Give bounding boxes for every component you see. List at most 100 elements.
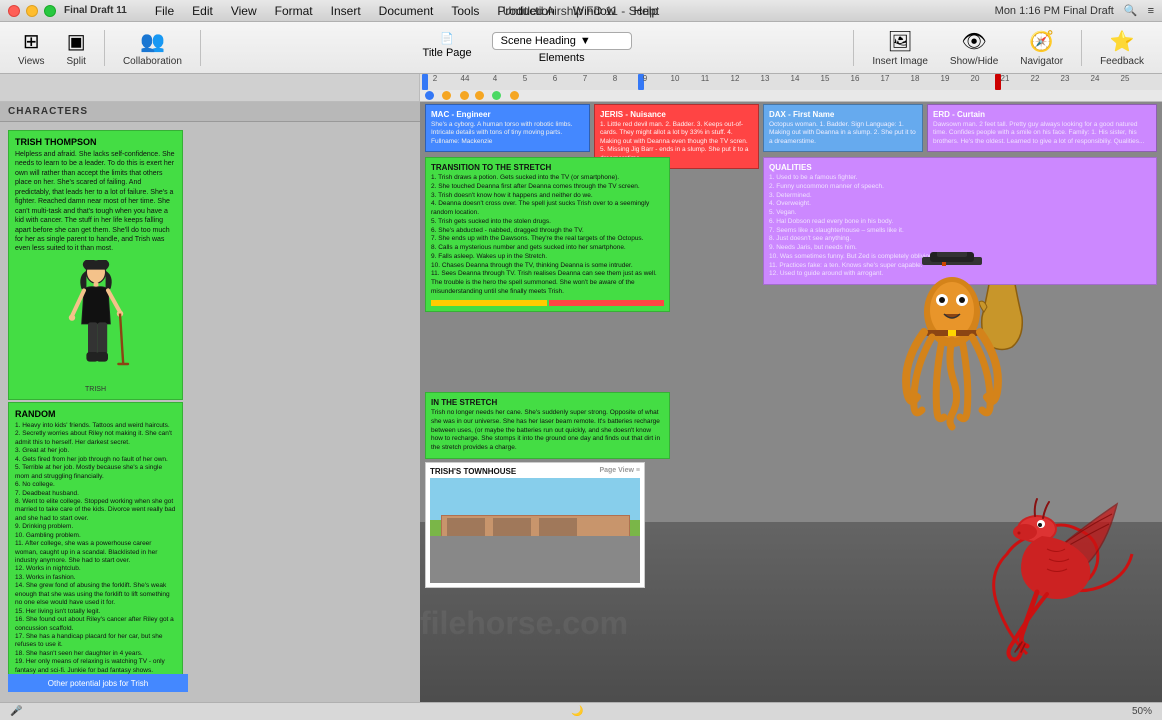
datetime-display: Mon 1:16 PM Final Draft bbox=[995, 5, 1114, 17]
ruler-num: 20 bbox=[960, 74, 990, 90]
ruler-numbers-row: 2 44 4 5 6 7 8 9 10 11 12 13 14 15 16 17… bbox=[420, 74, 1162, 90]
insert-image-icon: 🖼 bbox=[887, 29, 912, 54]
transition-card[interactable]: TRANSITION TO THE STRETCH 1. Trish draws… bbox=[425, 157, 670, 312]
characters-header: CHARACTERS bbox=[0, 102, 420, 122]
ruler-num: 24 bbox=[1080, 74, 1110, 90]
mac-card[interactable]: MAC - Engineer She's a cyborg. A human t… bbox=[425, 104, 590, 152]
split-button[interactable]: ▣ Split bbox=[59, 29, 94, 67]
bar-red bbox=[549, 300, 665, 306]
qualities-title: QUALITIES bbox=[769, 163, 1151, 172]
menu-tools[interactable]: Tools bbox=[443, 2, 487, 20]
footer: 🎤 🌙 50% bbox=[0, 702, 1162, 720]
erd-card[interactable]: ERD - Curtain Dawsown man. 2 feet tall. … bbox=[927, 104, 1157, 152]
collaboration-button[interactable]: 👥 Collaboration bbox=[115, 29, 190, 67]
random-title: RANDOM bbox=[15, 409, 176, 419]
trish-townhouse-card[interactable]: TRISH'S TOWNHOUSE Page View ≡ bbox=[425, 462, 645, 588]
feedback-button[interactable]: ⭐ Feedback bbox=[1092, 29, 1152, 67]
qualities-text: 1. Used to be a famous fighter.2. Funny … bbox=[769, 174, 1151, 279]
qualities-card[interactable]: QUALITIES 1. Used to be a famous fighter… bbox=[763, 157, 1157, 285]
window-controls[interactable] bbox=[8, 5, 56, 17]
menu-insert[interactable]: Insert bbox=[323, 2, 369, 20]
left-panel: CHARACTERS TRISH THOMPSON Helpless and a… bbox=[0, 102, 420, 702]
erd-text: Dawsown man. 2 feet tall. Pretty guy alw… bbox=[933, 121, 1151, 146]
ruler: 2 44 4 5 6 7 8 9 10 11 12 13 14 15 16 17… bbox=[0, 74, 1162, 102]
trish-title: TRISH THOMPSON bbox=[15, 137, 176, 147]
navigator-icon: 🧭 bbox=[1029, 29, 1054, 54]
in-stretch-card[interactable]: IN THE STRETCH Trish no longer needs her… bbox=[425, 392, 670, 459]
navigator-button[interactable]: 🧭 Navigator bbox=[1012, 29, 1071, 67]
footer-right: 50% bbox=[1132, 706, 1152, 717]
dax-card[interactable]: DAX - First Name Octopus woman. 1. Badde… bbox=[763, 104, 923, 152]
views-icon: ⊞ bbox=[23, 29, 40, 54]
collaboration-icon: 👥 bbox=[140, 29, 165, 54]
menu-document[interactable]: Document bbox=[371, 2, 442, 20]
scene-dot-3 bbox=[460, 91, 469, 100]
menu-file[interactable]: File bbox=[147, 2, 182, 20]
ruler-num: 15 bbox=[810, 74, 840, 90]
ruler-num: 10 bbox=[660, 74, 690, 90]
ruler-num: 11 bbox=[690, 74, 720, 90]
moon-icon[interactable]: 🌙 bbox=[571, 706, 583, 717]
menu-view[interactable]: View bbox=[223, 2, 265, 20]
ruler-num: 23 bbox=[1050, 74, 1080, 90]
townhouse-title: TRISH'S TOWNHOUSE Page View ≡ bbox=[430, 467, 640, 476]
menu-format[interactable]: Format bbox=[267, 2, 321, 20]
divider-4 bbox=[1081, 30, 1082, 66]
split-label: Split bbox=[67, 56, 86, 67]
scene-dot-4 bbox=[475, 91, 484, 100]
dax-text: Octopus woman. 1. Badder. Sign Language:… bbox=[769, 121, 917, 146]
list-icon[interactable]: ≡ bbox=[1148, 5, 1154, 17]
divider-1 bbox=[104, 30, 105, 66]
toolbar: ⊞ Views ▣ Split 👥 Collaboration 📄 Title … bbox=[0, 22, 1162, 74]
ruler-num: 44 bbox=[450, 74, 480, 90]
menu-edit[interactable]: Edit bbox=[184, 2, 221, 20]
mic-icon[interactable]: 🎤 bbox=[10, 706, 22, 717]
trish-figure-label: TRISH bbox=[15, 386, 176, 393]
elements-group[interactable]: Scene Heading ▼ Elements bbox=[492, 32, 632, 64]
footer-center: 🌙 bbox=[571, 706, 583, 717]
mac-text: She's a cyborg. A human torso with robot… bbox=[431, 121, 584, 146]
top-right-area: Mon 1:16 PM Final Draft 🔍 ≡ bbox=[995, 4, 1154, 17]
random-card[interactable]: RANDOM 1. Heavy into kids' friends. Tatt… bbox=[8, 402, 183, 682]
close-button[interactable] bbox=[8, 5, 20, 17]
ruler-num: 2 bbox=[420, 74, 450, 90]
in-stretch-title: IN THE STRETCH bbox=[431, 398, 664, 407]
navigator-label: Navigator bbox=[1020, 56, 1063, 67]
element-selector-value: Scene Heading bbox=[501, 35, 576, 47]
scene-dot-6 bbox=[510, 91, 519, 100]
scene-dot-2 bbox=[442, 91, 451, 100]
views-button[interactable]: ⊞ Views bbox=[10, 29, 53, 67]
divider-3 bbox=[853, 30, 854, 66]
content-area[interactable]: filehorse.com MAC - Engineer She's a cyb… bbox=[420, 102, 1162, 702]
zoom-level: 50% bbox=[1132, 706, 1152, 717]
insert-image-label: Insert Image bbox=[872, 56, 928, 67]
feedback-icon: ⭐ bbox=[1110, 29, 1135, 54]
insert-image-button[interactable]: 🖼 Insert Image bbox=[864, 29, 936, 67]
title-page-group[interactable]: 📄 Title Page bbox=[423, 32, 472, 64]
road bbox=[430, 536, 640, 583]
dax-title: DAX - First Name bbox=[769, 110, 917, 119]
search-icon[interactable]: 🔍 bbox=[1124, 4, 1138, 17]
elements-label: Elements bbox=[539, 52, 585, 64]
ruler-num: 22 bbox=[1020, 74, 1050, 90]
views-label: Views bbox=[18, 56, 45, 67]
app-name: Final Draft 11 bbox=[64, 5, 127, 16]
ruler-num: 12 bbox=[720, 74, 750, 90]
trish-text: Helpless and afraid. She lacks self-conf… bbox=[15, 150, 176, 254]
show-hide-button[interactable]: 👁 Show/Hide bbox=[942, 29, 1006, 67]
random-text: 1. Heavy into kids' friends. Tattoos and… bbox=[15, 422, 176, 675]
minimize-button[interactable] bbox=[26, 5, 38, 17]
ruler-num: 19 bbox=[930, 74, 960, 90]
trish-card[interactable]: TRISH THOMPSON Helpless and afraid. She … bbox=[8, 130, 183, 400]
bottom-trish-button[interactable]: Other potential jobs for Trish bbox=[8, 674, 188, 692]
title-page-icon: 📄 bbox=[440, 32, 454, 45]
chevron-down-icon: ▼ bbox=[580, 35, 591, 47]
ruler-num: 4 bbox=[480, 74, 510, 90]
ruler-num: 16 bbox=[840, 74, 870, 90]
maximize-button[interactable] bbox=[44, 5, 56, 17]
element-selector[interactable]: Scene Heading ▼ bbox=[492, 32, 632, 50]
erd-title: ERD - Curtain bbox=[933, 110, 1151, 119]
ruler-num: 13 bbox=[750, 74, 780, 90]
ruler-num: 14 bbox=[780, 74, 810, 90]
title-page-label: Title Page bbox=[423, 47, 472, 59]
